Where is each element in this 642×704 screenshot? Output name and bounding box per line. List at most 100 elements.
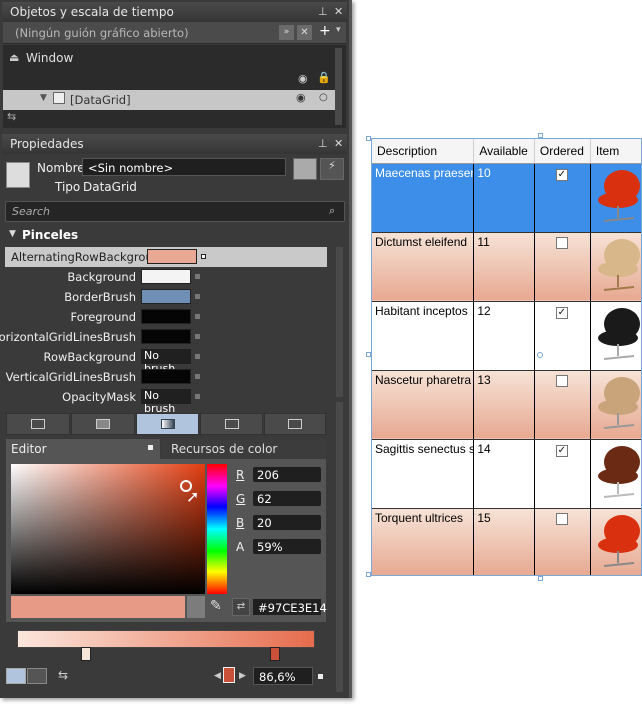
brush-swatch[interactable] bbox=[141, 289, 191, 304]
hex-input[interactable]: #97CE3E14 bbox=[252, 598, 327, 616]
advanced-options-icon[interactable] bbox=[195, 334, 200, 339]
table-row[interactable]: Torquent ultrices 15 bbox=[372, 508, 641, 575]
gradient-offset-input[interactable]: 86,6% bbox=[253, 667, 313, 685]
no-brush-tab[interactable] bbox=[6, 413, 70, 435]
radial-gradient-button[interactable] bbox=[27, 668, 47, 684]
expand-arrow-icon[interactable]: ▼ bbox=[40, 93, 47, 103]
name-input[interactable]: <Sin nombre> bbox=[82, 158, 286, 176]
add-storyboard-icon[interactable]: + bbox=[319, 23, 331, 39]
layer-icon[interactable]: ⇆ bbox=[7, 110, 16, 123]
column-header-description[interactable]: Description bbox=[372, 139, 475, 164]
description-cell[interactable]: Sagittis senectus s bbox=[372, 439, 475, 509]
ordered-checkbox[interactable]: ✓ bbox=[555, 168, 568, 181]
pin-icon[interactable]: ⊥ bbox=[318, 5, 328, 18]
gradient-brush-tab[interactable] bbox=[136, 413, 199, 435]
eyedropper-icon[interactable]: ✎ bbox=[210, 598, 222, 614]
brush-swatch[interactable] bbox=[147, 249, 197, 264]
linear-gradient-button[interactable] bbox=[6, 668, 26, 684]
ordered-checkbox[interactable] bbox=[555, 236, 568, 249]
description-cell[interactable]: Maecenas praesent bbox=[372, 163, 475, 233]
storyboard-placeholder[interactable]: (Ningún guión gráfico abierto) bbox=[15, 26, 189, 40]
advanced-options-icon[interactable] bbox=[195, 374, 200, 379]
search-input[interactable]: Search ⌕ bbox=[5, 201, 345, 222]
advanced-options-icon[interactable] bbox=[201, 254, 206, 259]
brush-swatch[interactable]: No brush bbox=[141, 349, 191, 375]
b-input[interactable]: 20 bbox=[252, 514, 322, 531]
table-row[interactable]: Nascetur pharetra 13 bbox=[372, 370, 641, 440]
description-cell[interactable]: Dictumst eleifend bbox=[372, 232, 475, 302]
resize-handle-top-left[interactable] bbox=[366, 136, 371, 141]
available-cell[interactable]: 10 bbox=[473, 163, 535, 233]
g-input[interactable]: 62 bbox=[252, 490, 322, 507]
gradient-bar[interactable] bbox=[17, 630, 315, 648]
rotation-handle[interactable] bbox=[537, 352, 543, 358]
table-row[interactable]: Habitant inceptos 12 ✓ bbox=[372, 301, 641, 371]
close-storyboard-icon[interactable]: ✕ bbox=[297, 25, 312, 40]
brush-swatch[interactable] bbox=[141, 329, 191, 344]
advanced-options-icon[interactable] bbox=[195, 354, 200, 359]
collapse-arrow-icon[interactable]: ▼ bbox=[9, 229, 16, 239]
brush-swatch[interactable] bbox=[141, 369, 191, 384]
available-cell[interactable]: 15 bbox=[473, 508, 535, 575]
description-cell[interactable]: Nascetur pharetra bbox=[372, 370, 475, 440]
hue-slider[interactable] bbox=[207, 464, 227, 594]
tree-item-datagrid[interactable]: ▼ [DataGrid] ◉ ○ bbox=[3, 90, 335, 110]
brush-swatch[interactable] bbox=[141, 309, 191, 324]
datagrid[interactable]: Description Available Ordered Item Maece… bbox=[371, 138, 642, 576]
a-input[interactable]: 59% bbox=[252, 538, 322, 555]
color-picker-area[interactable] bbox=[11, 464, 205, 594]
tree-root-window[interactable]: Window bbox=[26, 51, 73, 65]
resize-handle-top[interactable] bbox=[538, 133, 543, 138]
gradient-stop-end[interactable] bbox=[270, 647, 280, 661]
resource-brush-tab[interactable] bbox=[264, 413, 326, 435]
column-header-ordered[interactable]: Ordered bbox=[534, 139, 591, 164]
tab-editor[interactable]: Editor bbox=[6, 439, 160, 459]
events-button[interactable]: ⚡ bbox=[320, 158, 344, 180]
advanced-options-icon[interactable] bbox=[195, 294, 200, 299]
resize-handle-bottom-left[interactable] bbox=[366, 572, 371, 577]
previous-stop-icon[interactable]: ◀ bbox=[214, 671, 221, 681]
available-cell[interactable]: 14 bbox=[473, 439, 535, 509]
properties-view-button[interactable] bbox=[293, 158, 317, 180]
description-cell[interactable]: Torquent ultrices bbox=[372, 508, 475, 575]
ordered-checkbox[interactable]: ✓ bbox=[555, 444, 568, 457]
available-cell[interactable]: 11 bbox=[473, 232, 535, 302]
storyboard-options-icon[interactable]: » bbox=[279, 25, 294, 40]
ordered-checkbox[interactable] bbox=[555, 374, 568, 387]
close-icon[interactable]: ✕ bbox=[334, 137, 343, 150]
tree-scrollbar[interactable] bbox=[335, 48, 342, 125]
brush-swatch[interactable] bbox=[141, 269, 191, 284]
tile-brush-tab[interactable] bbox=[200, 413, 263, 435]
column-header-item[interactable]: Item bbox=[590, 139, 641, 164]
description-cell[interactable]: Habitant inceptos bbox=[372, 301, 475, 371]
close-icon[interactable]: ✕ bbox=[334, 5, 343, 18]
resize-handle-left[interactable] bbox=[366, 352, 371, 357]
advanced-options-icon[interactable] bbox=[195, 314, 200, 319]
properties-scrollbar[interactable] bbox=[336, 402, 343, 692]
brushes-section-header[interactable]: ▼ Pinceles bbox=[5, 227, 332, 245]
lock-toggle-icon[interactable]: ○ bbox=[319, 92, 328, 103]
eye-icon[interactable]: ◉ bbox=[296, 91, 306, 104]
r-input[interactable]: 206 bbox=[252, 466, 322, 483]
column-header-available[interactable]: Available bbox=[473, 139, 535, 164]
solid-brush-tab[interactable] bbox=[71, 413, 135, 435]
swap-color-format-icon[interactable]: ⇄ bbox=[232, 598, 250, 616]
reverse-gradient-icon[interactable]: ⇆ bbox=[58, 668, 68, 682]
table-row[interactable]: Sagittis senectus s 14 ✓ bbox=[372, 439, 641, 509]
table-row[interactable]: Dictumst eleifend 11 bbox=[372, 232, 641, 302]
eye-icon[interactable]: ◉ bbox=[298, 72, 308, 85]
gradient-stop-start[interactable] bbox=[81, 647, 91, 661]
next-stop-icon[interactable]: ▶ bbox=[239, 671, 246, 681]
lock-icon[interactable]: 🔒 bbox=[317, 71, 331, 84]
brush-swatch[interactable]: No brush bbox=[141, 389, 191, 415]
pin-icon[interactable]: ⊥ bbox=[318, 137, 328, 150]
advanced-options-icon[interactable] bbox=[195, 394, 200, 399]
brushes-scrollbar[interactable] bbox=[336, 247, 343, 397]
table-row[interactable]: Maecenas praesent 10 ✓ bbox=[372, 163, 641, 233]
chevron-down-icon[interactable]: ▾ bbox=[336, 25, 341, 35]
advanced-options-icon[interactable] bbox=[195, 274, 200, 279]
tab-color-resources[interactable]: Recursos de color bbox=[161, 439, 326, 459]
available-cell[interactable]: 13 bbox=[473, 370, 535, 440]
available-cell[interactable]: 12 bbox=[473, 301, 535, 371]
resize-handle-bottom[interactable] bbox=[538, 576, 543, 581]
